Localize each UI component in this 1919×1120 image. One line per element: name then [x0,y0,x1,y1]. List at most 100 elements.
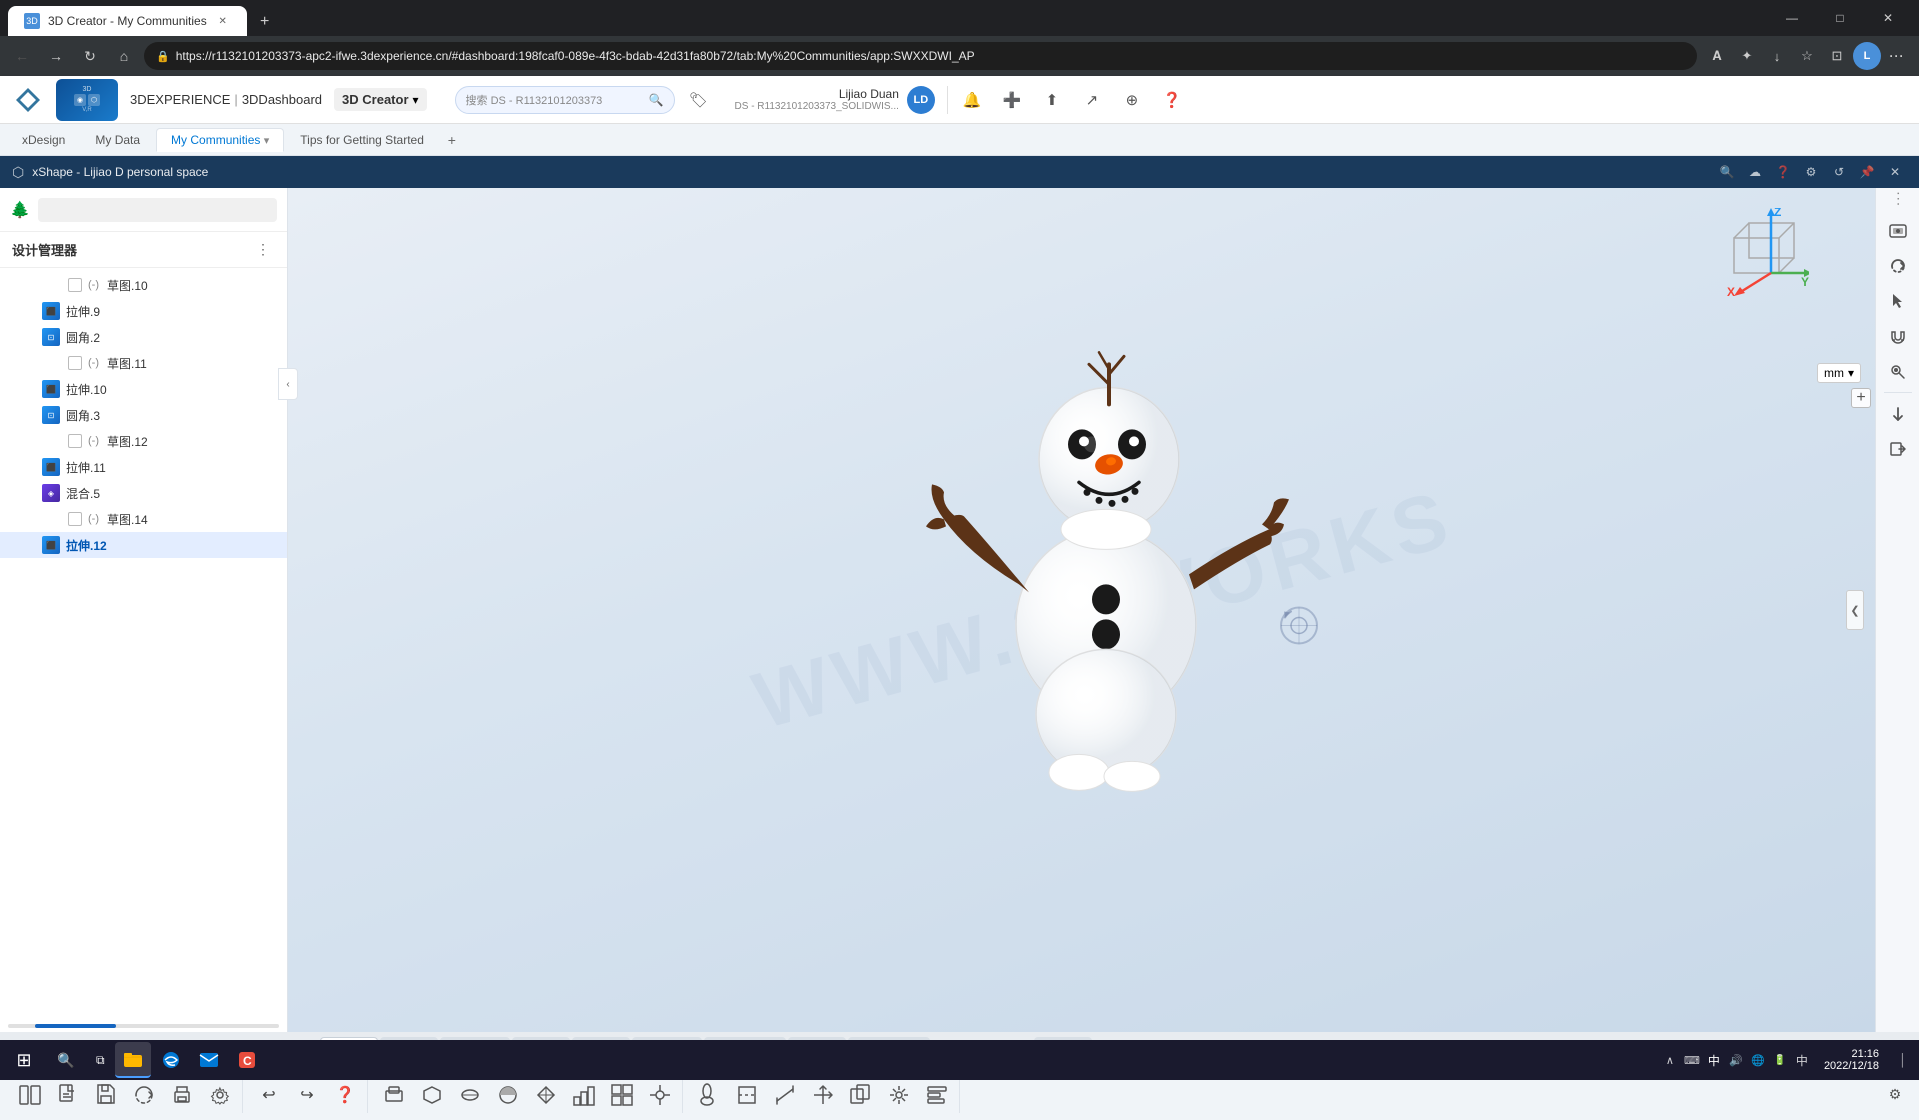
grid-button[interactable] [604,1077,640,1113]
undo-button[interactable]: ↩ [251,1077,287,1113]
tree-checkbox[interactable] [68,356,82,370]
maximize-button[interactable]: □ [1817,0,1863,36]
unit-selector[interactable]: mm ▾ [1817,363,1861,383]
user-avatar[interactable]: LD [907,86,935,114]
tree-checkbox[interactable] [68,278,82,292]
refresh-button[interactable]: ↻ [76,42,104,70]
header-help-btn[interactable]: ❓ [1771,160,1795,184]
side-view-button[interactable] [414,1077,450,1113]
browser-action2[interactable]: ✦ [1733,42,1761,70]
tree-item[interactable]: (-) 草图.10 [0,272,287,298]
new-file-button[interactable] [50,1077,86,1113]
app-selector[interactable]: 3D Creator ▾ [334,88,427,111]
magnet-button[interactable] [1882,320,1914,352]
key-button[interactable] [1882,355,1914,387]
wireframe-button[interactable] [528,1077,564,1113]
tree-item[interactable]: ⬛ 拉伸.10 [0,376,287,402]
help-button[interactable]: ❓ [1156,84,1188,116]
tab-my-communities[interactable]: My Communities ▾ [156,128,284,152]
tab-my-data[interactable]: My Data [81,129,154,151]
back-button[interactable]: ← [8,42,36,70]
settings-gear-button[interactable] [202,1077,238,1113]
browser-menu-button[interactable]: ··· [1883,42,1911,70]
search-bar[interactable]: 搜索 DS - R1132101203373 🔍 [455,86,675,114]
tree-item[interactable]: (-) 草图.12 [0,428,287,454]
save-button[interactable] [88,1077,124,1113]
taskbar-clock[interactable]: 21:16 2022/12/18 [1816,1048,1887,1072]
tree-item[interactable]: (-) 草图.11 [0,350,287,376]
rotate-button[interactable] [1882,250,1914,282]
tray-chinese-input[interactable]: 中 [1792,1050,1812,1070]
tree-item[interactable]: ⬛ 拉伸.9 [0,298,287,324]
collaborate-button[interactable]: ↗ [1076,84,1108,116]
tray-battery[interactable]: 🔋 [1770,1050,1790,1070]
breadcrumb-dashboard[interactable]: 3DDashboard [242,92,322,107]
tray-arrow[interactable]: ∧ [1660,1050,1680,1070]
tab-tips[interactable]: Tips for Getting Started [286,129,438,151]
close-button[interactable]: ✕ [1865,0,1911,36]
add-tab-button[interactable]: + [440,128,464,152]
taskbar-file-explorer[interactable] [115,1042,151,1078]
header-cloud-btn[interactable]: ☁ [1743,160,1767,184]
add-content-button[interactable]: ➕ [996,84,1028,116]
help-mode-button[interactable]: ❓ [327,1077,363,1113]
tag-button[interactable]: 🏷 [683,84,715,116]
taskbar-outlook[interactable] [191,1042,227,1078]
measure-button[interactable] [767,1077,803,1113]
snap-button[interactable] [642,1077,678,1113]
tree-checkbox[interactable] [68,434,82,448]
taskbar-edge[interactable] [153,1042,189,1078]
address-bar[interactable]: 🔒 https://r1132101203373-apc2-ifwe.3dexp… [144,42,1697,70]
top-view-button[interactable] [452,1077,488,1113]
sidebar-collapse-button[interactable]: ‹ [278,368,298,400]
platform-badge[interactable]: 3D ◉ ⬡ V,R [56,79,118,121]
refresh-button[interactable] [126,1077,162,1113]
render-button[interactable] [1882,215,1914,247]
tray-keyboard[interactable]: ⌨ [1682,1050,1702,1070]
toggle-panels-button[interactable] [12,1077,48,1113]
tab-xdesign[interactable]: xDesign [8,129,79,151]
redo-button[interactable]: ↪ [289,1077,325,1113]
forward-button[interactable]: → [42,42,70,70]
header-refresh-btn[interactable]: ↺ [1827,160,1851,184]
taskbar-app-orange[interactable]: C [229,1042,265,1078]
tree-item[interactable]: ⊡ 圆角.2 [0,324,287,350]
cursor-button[interactable] [1882,285,1914,317]
clone-button[interactable] [843,1077,879,1113]
browser-action3[interactable]: ↓ [1763,42,1791,70]
start-button[interactable]: ⊞ [0,1040,48,1080]
tree-item[interactable]: ⊡ 圆角.3 [0,402,287,428]
viewport-collapse-button[interactable]: ❮ [1846,590,1864,630]
show-desktop-button[interactable]: │ [1887,1040,1919,1080]
tree-item-selected[interactable]: ⬛ 拉伸.12 [0,532,287,558]
align-button[interactable] [919,1077,955,1113]
tray-network[interactable]: 🌐 [1748,1050,1768,1070]
home-button[interactable]: ⌂ [110,42,138,70]
toolbar-settings-button[interactable]: ⚙ [1879,1079,1911,1111]
print-button[interactable] [164,1077,200,1113]
tree-item[interactable]: (-) 草图.14 [0,506,287,532]
header-bookmark-btn[interactable]: 📌 [1855,160,1879,184]
tray-input-method[interactable]: 中 [1704,1050,1724,1070]
read-aloud-button[interactable]: 𝐀 [1703,42,1731,70]
foot-button[interactable] [691,1077,727,1113]
tab-close-button[interactable]: ✕ [215,13,231,29]
favorites-button[interactable]: ☆ [1793,42,1821,70]
tree-item[interactable]: ⬛ 拉伸.11 [0,454,287,480]
header-search-btn[interactable]: 🔍 [1715,160,1739,184]
zoom-in-button[interactable]: + [1851,388,1871,408]
step-view-button[interactable] [566,1077,602,1113]
tree-checkbox[interactable] [68,512,82,526]
notifications-button[interactable]: 🔔 [956,84,988,116]
user-profile-button[interactable]: L [1853,42,1881,70]
front-view-button[interactable] [376,1077,412,1113]
section-button[interactable] [729,1077,765,1113]
explode-button[interactable] [881,1077,917,1113]
tree-item[interactable]: ◈ 混合.5 [0,480,287,506]
transform-button[interactable] [805,1077,841,1113]
collections-button[interactable]: ⊡ [1823,42,1851,70]
compass-button[interactable]: ⊕ [1116,84,1148,116]
sidebar-menu-button[interactable]: ⋮ [251,238,275,262]
header-settings-btn[interactable]: ⚙ [1799,160,1823,184]
header-close-btn[interactable]: ✕ [1883,160,1907,184]
